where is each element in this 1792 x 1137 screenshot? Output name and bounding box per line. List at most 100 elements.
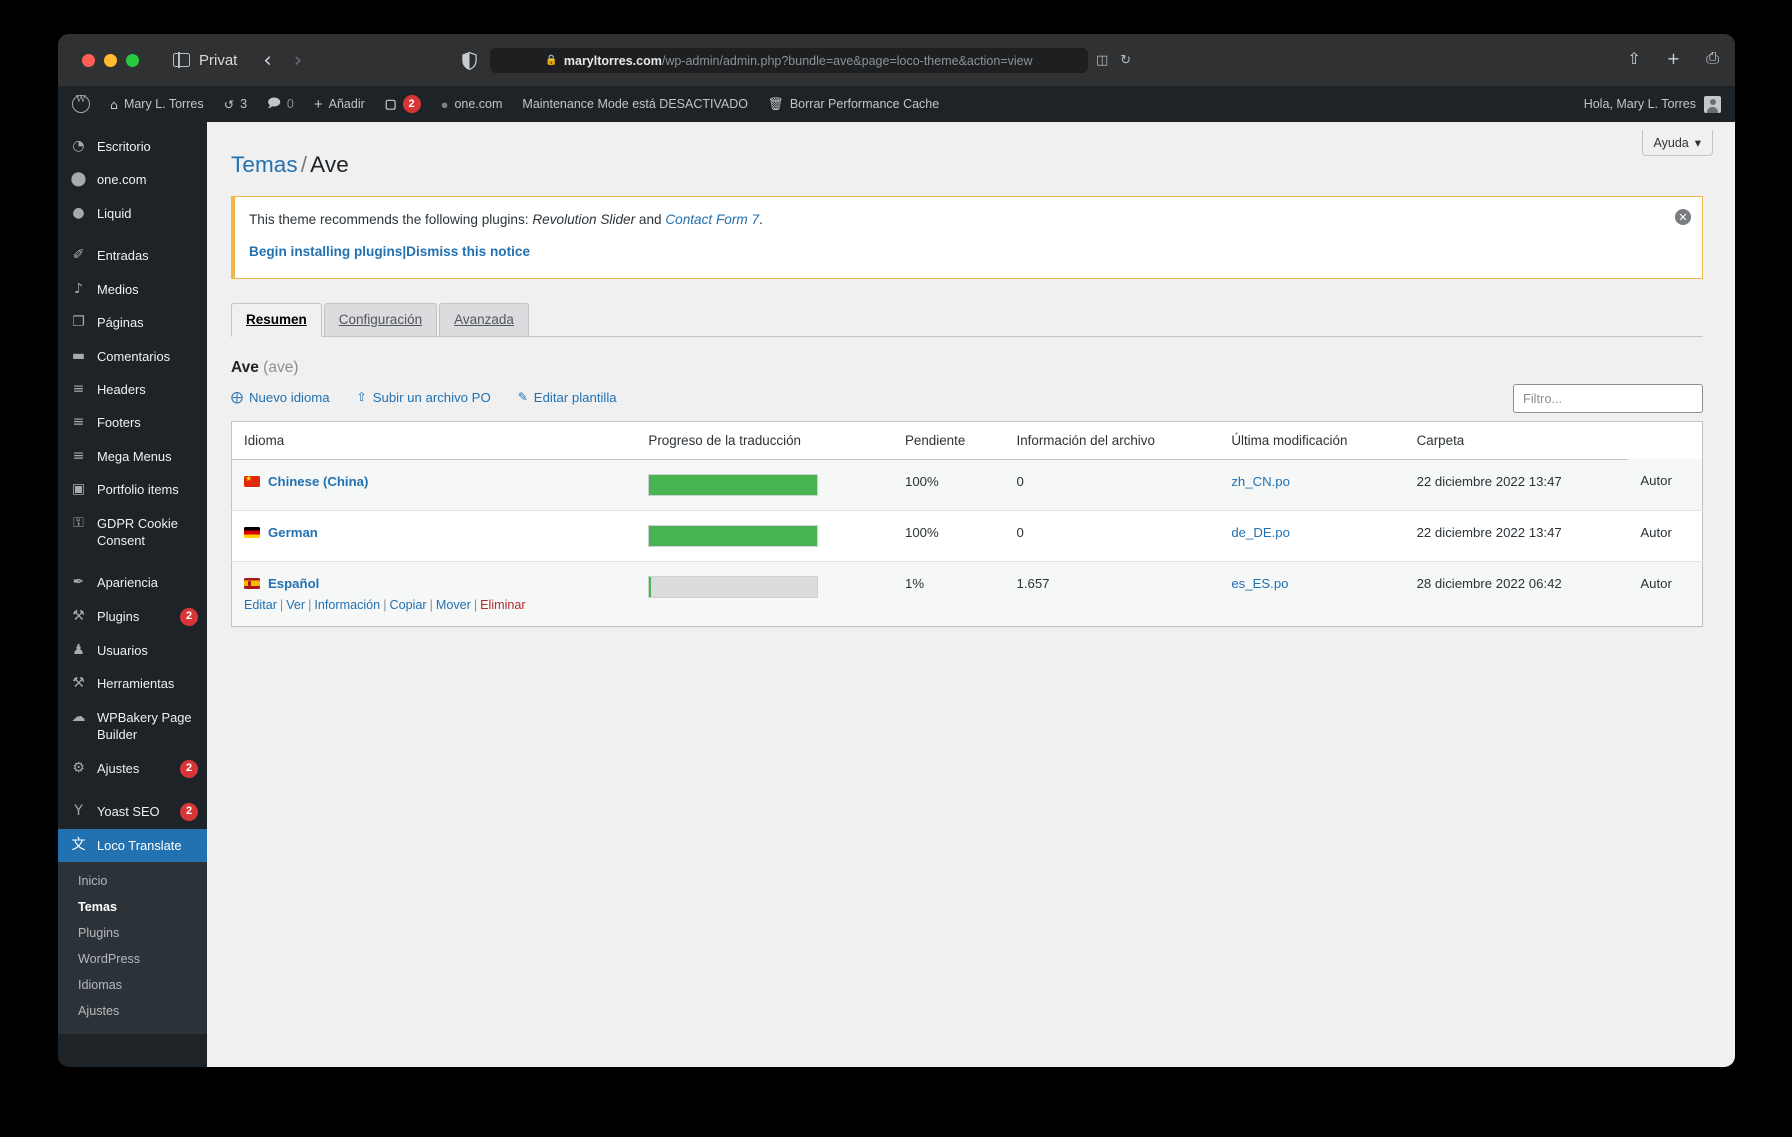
language-link[interactable]: German — [268, 525, 318, 540]
onecom-icon: ● — [440, 96, 449, 112]
language-link[interactable]: Chinese (China) — [268, 474, 368, 489]
tab-bar: Resumen Configuración Avanzada — [231, 302, 1703, 337]
url-domain: maryltorres.com — [563, 53, 662, 68]
sidebar-item-entradas[interactable]: ✐ Entradas — [58, 239, 207, 272]
breadcrumb-themes-link[interactable]: Temas — [231, 152, 298, 177]
begin-installing-plugins-link[interactable]: Begin installing plugins — [249, 244, 402, 259]
submenu-item-ajustes[interactable]: Ajustes — [58, 998, 207, 1024]
back-button-icon[interactable]: ‹ — [263, 49, 271, 71]
sidebar-item-p-ginas[interactable]: ❐ Páginas — [58, 306, 207, 339]
cell-folder: Autor — [1628, 459, 1703, 511]
file-link[interactable]: es_ES.po — [1231, 576, 1288, 591]
row-action-mover[interactable]: Mover — [436, 598, 471, 612]
close-window-button[interactable] — [82, 53, 95, 67]
submenu-item-plugins[interactable]: Plugins — [58, 920, 207, 946]
edit-template-link[interactable]: ✎ Editar plantilla — [518, 390, 617, 405]
tab-overview-icon[interactable]: ⎙ — [1706, 48, 1719, 68]
sidebar-item-yoast-seo[interactable]: Y Yoast SEO 2 — [58, 795, 207, 829]
file-link[interactable]: de_DE.po — [1231, 525, 1290, 540]
liquid-drop-icon: ● — [72, 204, 85, 221]
footer-icon: ≡ — [72, 414, 85, 431]
loco-translate-icon: 文 — [71, 836, 86, 853]
column-header: Información del archivo — [1004, 421, 1220, 460]
adminbar-new-content[interactable]: + Añadir — [304, 86, 375, 122]
sidebar-item-escritorio[interactable]: ◔ Escritorio — [58, 130, 207, 163]
row-action-informaci-n[interactable]: Información — [314, 598, 380, 612]
shield-icon[interactable] — [462, 52, 477, 70]
adminbar-my-account[interactable]: Hola, Mary L. Torres — [1584, 86, 1735, 122]
dismiss-notice-link[interactable]: Dismiss this notice — [406, 244, 530, 259]
file-link[interactable]: zh_CN.po — [1231, 474, 1290, 489]
forward-button-icon[interactable]: › — [294, 49, 302, 71]
row-action-ver[interactable]: Ver — [286, 598, 305, 612]
sidebar-item-plugins[interactable]: ⚒ Plugins 2 — [58, 600, 207, 634]
adminbar-site-name[interactable]: ⌂ Mary L. Torres — [100, 86, 214, 122]
notice-plugin-2-link[interactable]: Contact Form 7 — [665, 212, 759, 227]
reader-view-icon[interactable]: ◫ — [1096, 53, 1108, 68]
submenu-item-temas[interactable]: Temas — [58, 894, 207, 920]
sidebar-item-usuarios[interactable]: ♟ Usuarios — [58, 634, 207, 667]
adminbar-onecom[interactable]: ● one.com — [431, 86, 513, 122]
upload-po-link[interactable]: ⇧ Subir un archivo PO — [357, 390, 491, 405]
sidebar-item-portfolio-items[interactable]: ▣ Portfolio items — [58, 473, 207, 506]
tab-avanzada[interactable]: Avanzada — [439, 302, 529, 336]
adminbar-yoast[interactable]: ▢ 2 — [375, 86, 431, 122]
browser-window: Privat ‹ › 🔒 maryltorres.com/wp-admin/ad… — [58, 34, 1735, 1067]
comments-icon: ▬ — [71, 347, 86, 364]
navigation-buttons[interactable]: ‹ › — [263, 49, 302, 71]
sidebar-item-wpbakery-page-builder[interactable]: ☁ WPBakery Page Builder — [58, 701, 207, 752]
sidebar-item-herramientas[interactable]: ⚒ Herramientas — [58, 667, 207, 700]
adminbar-maintenance-mode[interactable]: Maintenance Mode está DESACTIVADO — [512, 86, 758, 122]
sidebar-item-gdpr-cookie-consent[interactable]: ⚿ GDPR Cookie Consent — [58, 507, 207, 558]
sidebar-item-badge: 2 — [180, 759, 198, 778]
plugin-icon: ⚒ — [72, 607, 85, 624]
adminbar-updates[interactable]: ↺ 3 — [214, 86, 257, 122]
avatar — [1704, 95, 1721, 113]
table-header-row: Idioma Progreso de la traducción Pendiente… — [231, 421, 1703, 460]
row-action-editar[interactable]: Editar — [244, 598, 277, 612]
submenu-item-idiomas[interactable]: Idiomas — [58, 972, 207, 998]
new-language-link[interactable]: ⨁ Nuevo idioma — [231, 390, 330, 405]
close-circle-icon[interactable]: ✕ — [1675, 209, 1691, 225]
adminbar-clear-cache[interactable]: 🗑 Borrar Performance Cache — [758, 86, 949, 122]
address-bar-actions[interactable]: ◫ ↻ — [1096, 53, 1131, 68]
tab-resumen[interactable]: Resumen — [231, 302, 322, 337]
progress-bar-fill — [649, 474, 818, 495]
reload-icon[interactable]: ↻ — [1120, 53, 1131, 68]
cell-progress-percent: 100% — [892, 459, 1005, 511]
progress-bar — [648, 473, 819, 496]
private-window-label[interactable]: Privat — [173, 52, 237, 69]
maximize-window-button[interactable] — [126, 53, 139, 67]
sidebar-item-ajustes[interactable]: ⚙ Ajustes 2 — [58, 752, 207, 786]
minimize-window-button[interactable] — [104, 53, 117, 67]
sidebar-item-medios[interactable]: ♪ Medios — [58, 273, 207, 306]
submenu-item-wordpress[interactable]: WordPress — [58, 946, 207, 972]
filter-input[interactable] — [1513, 383, 1703, 413]
sidebar-item-one-com[interactable]: ⬤ one.com — [58, 163, 207, 196]
plus-circle-icon: ⨁ — [231, 390, 243, 405]
tab-configuraci-n[interactable]: Configuración — [323, 302, 438, 336]
wordpress-logo-icon — [72, 93, 90, 113]
loco-translate-submenu: Inicio Temas Plugins WordPress Idiomas Ajuste… — [58, 862, 207, 1035]
submenu-item-inicio[interactable]: Inicio — [58, 868, 207, 894]
new-tab-icon[interactable]: + — [1667, 49, 1680, 68]
help-tab-button[interactable]: Ayuda ▾ — [1641, 130, 1713, 156]
sidebar-item-apariencia[interactable]: ✒ Apariencia — [58, 566, 207, 599]
sidebar-item-mega-menus[interactable]: ≡ Mega Menus — [58, 440, 207, 473]
sidebar-item-headers[interactable]: ≡ Headers — [58, 373, 207, 406]
sidebar-item-liquid[interactable]: ● Liquid — [58, 197, 207, 230]
cell-progress — [636, 510, 893, 562]
toolbar-right-actions[interactable]: ⇧ + ⎙ — [1627, 48, 1719, 68]
adminbar-comments[interactable]: 🗩 0 — [257, 86, 304, 122]
sidebar-panel-icon[interactable] — [173, 52, 190, 68]
share-icon[interactable]: ⇧ — [1627, 49, 1640, 68]
address-bar[interactable]: 🔒 maryltorres.com/wp-admin/admin.php?bun… — [490, 48, 1088, 73]
sidebar-item-comentarios[interactable]: ▬ Comentarios — [58, 340, 207, 373]
sidebar-item-loco-translate[interactable]: 文 Loco Translate — [58, 828, 207, 863]
row-action-copiar[interactable]: Copiar — [389, 598, 426, 612]
sidebar-item-footers[interactable]: ≡ Footers — [58, 406, 207, 439]
adminbar-wp-logo[interactable] — [58, 86, 100, 122]
row-action-eliminar[interactable]: Eliminar — [480, 598, 526, 612]
language-link[interactable]: Español — [268, 576, 319, 591]
window-controls[interactable] — [82, 53, 139, 67]
